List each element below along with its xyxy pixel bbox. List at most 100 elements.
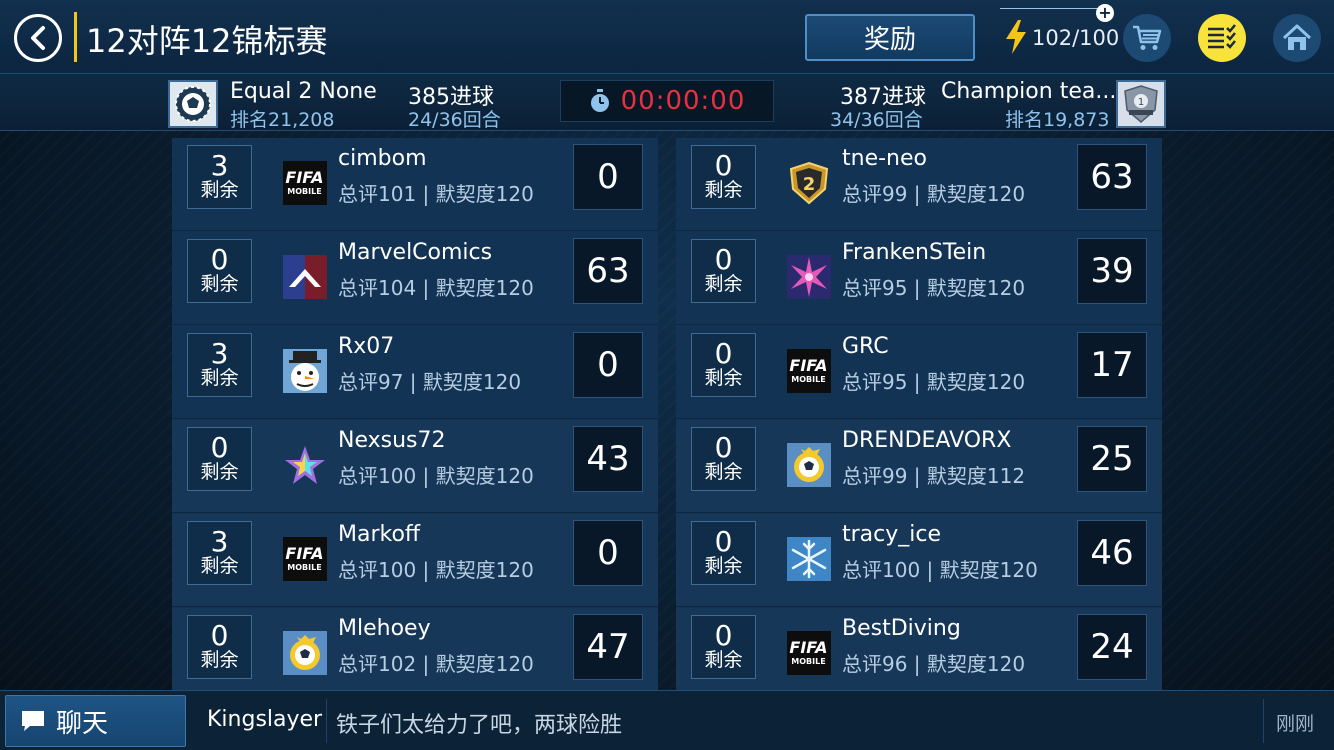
remaining-count: 3 bbox=[210, 337, 229, 370]
remaining-attempts-box: 3 剩余 bbox=[187, 333, 252, 397]
remaining-label: 剩余 bbox=[200, 461, 239, 483]
player-score: 63 bbox=[1077, 144, 1147, 210]
player-row[interactable]: 0 剩余 Nexsus72 总评100 | 默契度120 43 bbox=[172, 420, 658, 513]
player-name: cimbom bbox=[338, 146, 427, 171]
match-timer: 00:00:00 bbox=[560, 80, 774, 122]
player-score: 24 bbox=[1077, 614, 1147, 680]
soccer-ball-badge-icon bbox=[786, 442, 831, 487]
remaining-attempts-box: 0 剩余 bbox=[187, 239, 252, 303]
right-team-rounds: 34/36回合 bbox=[830, 109, 923, 131]
player-row[interactable]: 3 剩余 Rx07 总评97 | 默契度120 0 bbox=[172, 326, 658, 419]
pink-star-icon bbox=[786, 254, 831, 299]
chat-message: 铁子们太给力了吧，两球险胜 bbox=[336, 713, 623, 738]
remaining-count: 3 bbox=[210, 525, 229, 558]
chat-button[interactable]: 聊天 bbox=[5, 695, 186, 747]
player-score: 39 bbox=[1077, 238, 1147, 304]
remaining-attempts-box: 0 剩余 bbox=[691, 239, 756, 303]
lightning-icon bbox=[1006, 20, 1026, 54]
tasks-button[interactable] bbox=[1198, 14, 1246, 62]
player-stats: 总评99 | 默契度120 bbox=[842, 182, 1026, 206]
stopwatch-icon bbox=[590, 89, 609, 112]
player-name: GRC bbox=[842, 334, 889, 359]
chat-divider bbox=[1263, 699, 1264, 743]
remaining-label: 剩余 bbox=[200, 649, 239, 671]
player-row[interactable]: 0 剩余 FIFA MOBILE BestDiving 总评96 | 默契度120 24 bbox=[676, 608, 1162, 701]
remaining-label: 剩余 bbox=[704, 367, 743, 389]
chevron-badge-icon bbox=[282, 254, 327, 299]
player-row[interactable]: 0 剩余 DRENDEAVORX 总评99 | 默契度112 25 bbox=[676, 420, 1162, 513]
player-score: 17 bbox=[1077, 332, 1147, 398]
player-name: Rx07 bbox=[338, 334, 395, 359]
remaining-count: 0 bbox=[714, 243, 733, 276]
player-score: 47 bbox=[573, 614, 643, 680]
player-row[interactable]: 3 剩余 FIFA MOBILE cimbom 总评101 | 默契度120 0 bbox=[172, 138, 658, 231]
player-row[interactable]: 0 剩余 tracy_ice 总评100 | 默契度120 46 bbox=[676, 514, 1162, 607]
remaining-label: 剩余 bbox=[704, 649, 743, 671]
player-stats: 总评102 | 默契度120 bbox=[338, 652, 534, 676]
snowflake-icon bbox=[786, 536, 831, 581]
back-button[interactable] bbox=[14, 14, 62, 62]
player-score: 0 bbox=[573, 332, 643, 398]
left-team-name: Equal 2 None bbox=[230, 79, 377, 104]
title-accent-bar bbox=[74, 12, 77, 62]
player-name: FrankenSTein bbox=[842, 240, 987, 265]
reward-button[interactable]: 奖励 bbox=[805, 14, 975, 61]
gold-shield-icon: 2 bbox=[786, 160, 831, 205]
chat-divider bbox=[326, 699, 327, 743]
player-name: Mlehoey bbox=[338, 616, 431, 641]
player-stats: 总评100 | 默契度120 bbox=[338, 558, 534, 582]
top-bar: 12对阵12锦标赛 奖励 102/100 + bbox=[0, 0, 1334, 74]
soccer-ball-icon bbox=[175, 86, 211, 122]
player-score: 63 bbox=[573, 238, 643, 304]
remaining-attempts-box: 0 剩余 bbox=[691, 333, 756, 397]
snowman-icon bbox=[282, 348, 327, 393]
player-name: tracy_ice bbox=[842, 522, 942, 547]
add-energy-button[interactable]: + bbox=[1096, 4, 1114, 22]
remaining-label: 剩余 bbox=[200, 367, 239, 389]
fifa-mobile-logo-icon: FIFA MOBILE bbox=[282, 536, 327, 581]
remaining-label: 剩余 bbox=[200, 273, 239, 295]
player-stats: 总评97 | 默契度120 bbox=[338, 370, 522, 394]
energy-value: 102/100 bbox=[1032, 26, 1120, 50]
soccer-ball-badge-icon bbox=[282, 630, 327, 675]
player-score: 0 bbox=[573, 520, 643, 586]
player-name: BestDiving bbox=[842, 616, 961, 641]
chat-button-label: 聊天 bbox=[56, 708, 109, 739]
remaining-attempts-box: 3 剩余 bbox=[187, 521, 252, 585]
remaining-label: 剩余 bbox=[200, 555, 239, 577]
remaining-attempts-box: 0 剩余 bbox=[187, 427, 252, 491]
player-row[interactable]: 0 剩余 FrankenSTein 总评95 | 默契度120 39 bbox=[676, 232, 1162, 325]
shop-button[interactable] bbox=[1123, 14, 1171, 62]
svg-text:2: 2 bbox=[802, 174, 815, 195]
fifa-mobile-logo-icon: FIFA MOBILE bbox=[786, 348, 831, 393]
remaining-count: 0 bbox=[210, 619, 229, 652]
remaining-count: 0 bbox=[714, 337, 733, 370]
chat-username[interactable]: Kingslayer bbox=[207, 707, 322, 732]
rainbow-star-icon bbox=[282, 442, 327, 487]
remaining-label: 剩余 bbox=[704, 555, 743, 577]
remaining-count: 0 bbox=[210, 243, 229, 276]
player-row[interactable]: 0 剩余 FIFA MOBILE GRC 总评95 | 默契度120 17 bbox=[676, 326, 1162, 419]
player-name: Markoff bbox=[338, 522, 421, 547]
player-stats: 总评100 | 默契度120 bbox=[842, 558, 1038, 582]
remaining-count: 0 bbox=[714, 149, 733, 182]
left-team-rank: 排名21,208 bbox=[230, 109, 335, 131]
left-team-rounds: 24/36回合 bbox=[408, 109, 501, 131]
player-stats: 总评96 | 默契度120 bbox=[842, 652, 1026, 676]
player-name: Nexsus72 bbox=[338, 428, 446, 453]
right-team-rank: 排名19,873 bbox=[1005, 109, 1110, 131]
remaining-count: 0 bbox=[714, 431, 733, 464]
player-row[interactable]: 3 剩余 FIFA MOBILE Markoff 总评100 | 默契度120 0 bbox=[172, 514, 658, 607]
player-row[interactable]: 0 剩余 Mlehoey 总评102 | 默契度120 47 bbox=[172, 608, 658, 701]
remaining-label: 剩余 bbox=[704, 461, 743, 483]
cart-icon bbox=[1133, 25, 1162, 50]
player-row[interactable]: 0 剩余 MarvelComics 总评104 | 默契度120 63 bbox=[172, 232, 658, 325]
remaining-label: 剩余 bbox=[704, 179, 743, 201]
player-stats: 总评100 | 默契度120 bbox=[338, 464, 534, 488]
player-row[interactable]: 0 剩余 2 tne-neo 总评99 | 默契度120 63 bbox=[676, 138, 1162, 231]
home-button[interactable] bbox=[1273, 14, 1321, 62]
chat-timestamp: 刚刚 bbox=[1276, 713, 1315, 735]
remaining-attempts-box: 0 剩余 bbox=[691, 615, 756, 679]
timer-value: 00:00:00 bbox=[620, 86, 746, 116]
player-stats: 总评99 | 默契度112 bbox=[842, 464, 1026, 488]
